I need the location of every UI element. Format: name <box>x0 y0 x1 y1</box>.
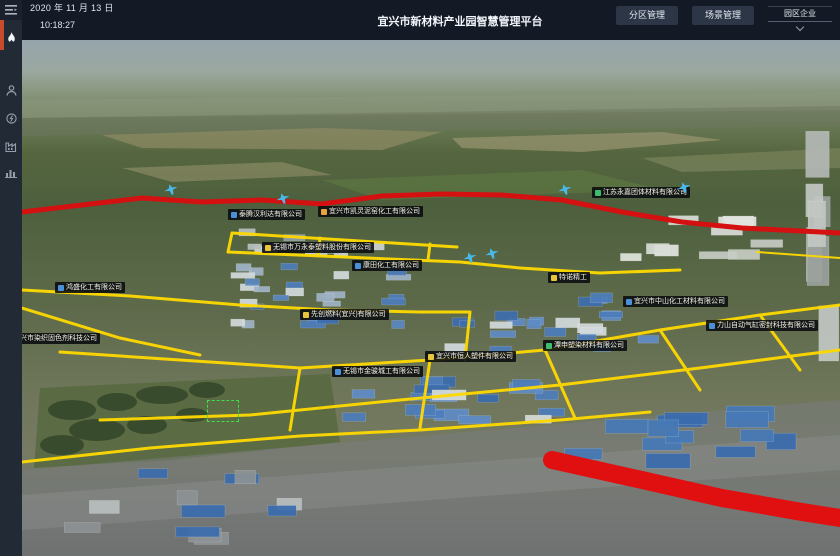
flame-icon <box>6 32 17 45</box>
company-type-icon <box>551 275 557 281</box>
company-label[interactable]: 特诺精工 <box>548 272 590 283</box>
chevron-down-icon <box>796 23 804 31</box>
company-label-text: 鸿盛化工有限公司 <box>66 282 122 293</box>
company-type-icon <box>265 245 271 251</box>
company-label-text: 潭申塑染材料有限公司 <box>554 340 624 351</box>
company-label-text: 江苏永嘉团体材料有限公司 <box>603 187 687 198</box>
menu-toggle-button[interactable] <box>0 0 22 20</box>
company-type-icon <box>335 369 341 375</box>
company-label[interactable]: 力山自动气缸密封科技有限公司 <box>706 320 818 331</box>
company-label[interactable]: 潭申塑染材料有限公司 <box>543 340 627 351</box>
company-type-icon <box>231 212 237 218</box>
sidebar-item-statistics[interactable] <box>0 160 22 184</box>
drone-marker-icon[interactable] <box>557 182 574 197</box>
drone-marker-icon[interactable] <box>275 191 292 206</box>
company-label-text: 先创燃料(宜兴)有限公司 <box>311 309 386 320</box>
company-label[interactable]: 康田化工有限公司 <box>352 260 422 271</box>
person-icon <box>6 85 17 96</box>
sidebar-item-fire-monitor[interactable] <box>0 26 22 50</box>
company-type-icon <box>428 354 434 360</box>
company-type-icon <box>321 209 327 215</box>
company-type-icon <box>626 299 632 305</box>
selection-box <box>207 400 239 422</box>
company-label[interactable]: 宜兴市恒人塑件有限公司 <box>425 351 516 362</box>
sidebar-item-enterprises[interactable] <box>0 134 22 158</box>
company-label[interactable]: 宜兴市中山化工材料有限公司 <box>623 296 728 307</box>
factory-icon <box>5 141 17 152</box>
company-type-icon <box>709 323 715 329</box>
bar-chart-icon <box>5 167 17 178</box>
company-label[interactable]: 泰腾汉利达有限公司 <box>228 209 305 220</box>
company-type-icon <box>58 285 64 291</box>
drone-marker-icon[interactable] <box>462 250 479 265</box>
zone-management-button[interactable]: 分区管理 <box>616 6 678 25</box>
gauge-icon <box>6 113 17 124</box>
company-label-text: 泰腾汉利达有限公司 <box>239 209 302 220</box>
company-label-text: 无锡市金骏城工有限公司 <box>343 366 420 377</box>
page-title: 宜兴市新材料产业园智慧管理平台 <box>378 13 543 29</box>
header-actions: 分区管理 场景管理 园区企业 <box>616 6 832 30</box>
company-label-text: 特诺精工 <box>559 272 587 283</box>
company-label-text: 宜兴市恒人塑件有限公司 <box>436 351 513 362</box>
date-text: 2020 年 11 月 13 日 <box>30 4 114 13</box>
drone-marker-icon[interactable] <box>484 246 501 261</box>
company-label[interactable]: 江苏永嘉团体材料有限公司 <box>592 187 690 198</box>
hamburger-icon <box>5 5 17 15</box>
header-bar: 2020 年 11 月 13 日 10:18:27 宜兴市新材料产业园智慧管理平… <box>22 0 840 40</box>
map-overlay: 泰腾汉利达有限公司 宜兴市凯灵泥窑化工有限公司无锡市万永泰塑料股份有限公司康田化工… <box>22 40 840 556</box>
company-label-text: 无锡市万永泰塑料股份有限公司 <box>273 242 371 253</box>
drone-marker-icon[interactable] <box>163 182 180 197</box>
company-label[interactable]: 无锡市万永泰塑料股份有限公司 <box>262 242 374 253</box>
company-type-icon <box>595 190 601 196</box>
company-label[interactable]: 宜兴市染织固色剂科技公司 <box>22 333 100 344</box>
time-text: 10:18:27 <box>40 21 114 30</box>
datetime: 2020 年 11 月 13 日 10:18:27 <box>30 4 114 30</box>
company-label[interactable]: 宜兴市凯灵泥窑化工有限公司 <box>318 206 423 217</box>
park-enterprises-dropdown[interactable]: 园区企业 <box>768 6 832 30</box>
company-label-text: 宜兴市中山化工材料有限公司 <box>634 296 725 307</box>
company-type-icon <box>303 312 309 318</box>
scene-management-button[interactable]: 场景管理 <box>692 6 754 25</box>
company-label-text: 力山自动气缸密封科技有限公司 <box>717 320 815 331</box>
sidebar <box>0 0 22 556</box>
company-label-text: 宜兴市凯灵泥窑化工有限公司 <box>329 206 420 217</box>
sidebar-item-personnel[interactable] <box>0 78 22 102</box>
sidebar-item-energy-monitor[interactable] <box>0 106 22 130</box>
map-3d-view[interactable]: 泰腾汉利达有限公司 宜兴市凯灵泥窑化工有限公司无锡市万永泰塑料股份有限公司康田化工… <box>22 40 840 556</box>
company-label-text: 康田化工有限公司 <box>363 260 419 271</box>
company-label[interactable]: 无锡市金骏城工有限公司 <box>332 366 423 377</box>
company-type-icon <box>546 343 552 349</box>
smart-park-platform: 2020 年 11 月 13 日 10:18:27 宜兴市新材料产业园智慧管理平… <box>0 0 840 556</box>
company-label[interactable]: 先创燃料(宜兴)有限公司 <box>300 309 389 320</box>
park-enterprises-label: 园区企业 <box>768 9 832 22</box>
company-type-icon <box>355 263 361 269</box>
company-label-text: 宜兴市染织固色剂科技公司 <box>22 333 97 344</box>
company-label[interactable]: 鸿盛化工有限公司 <box>55 282 125 293</box>
